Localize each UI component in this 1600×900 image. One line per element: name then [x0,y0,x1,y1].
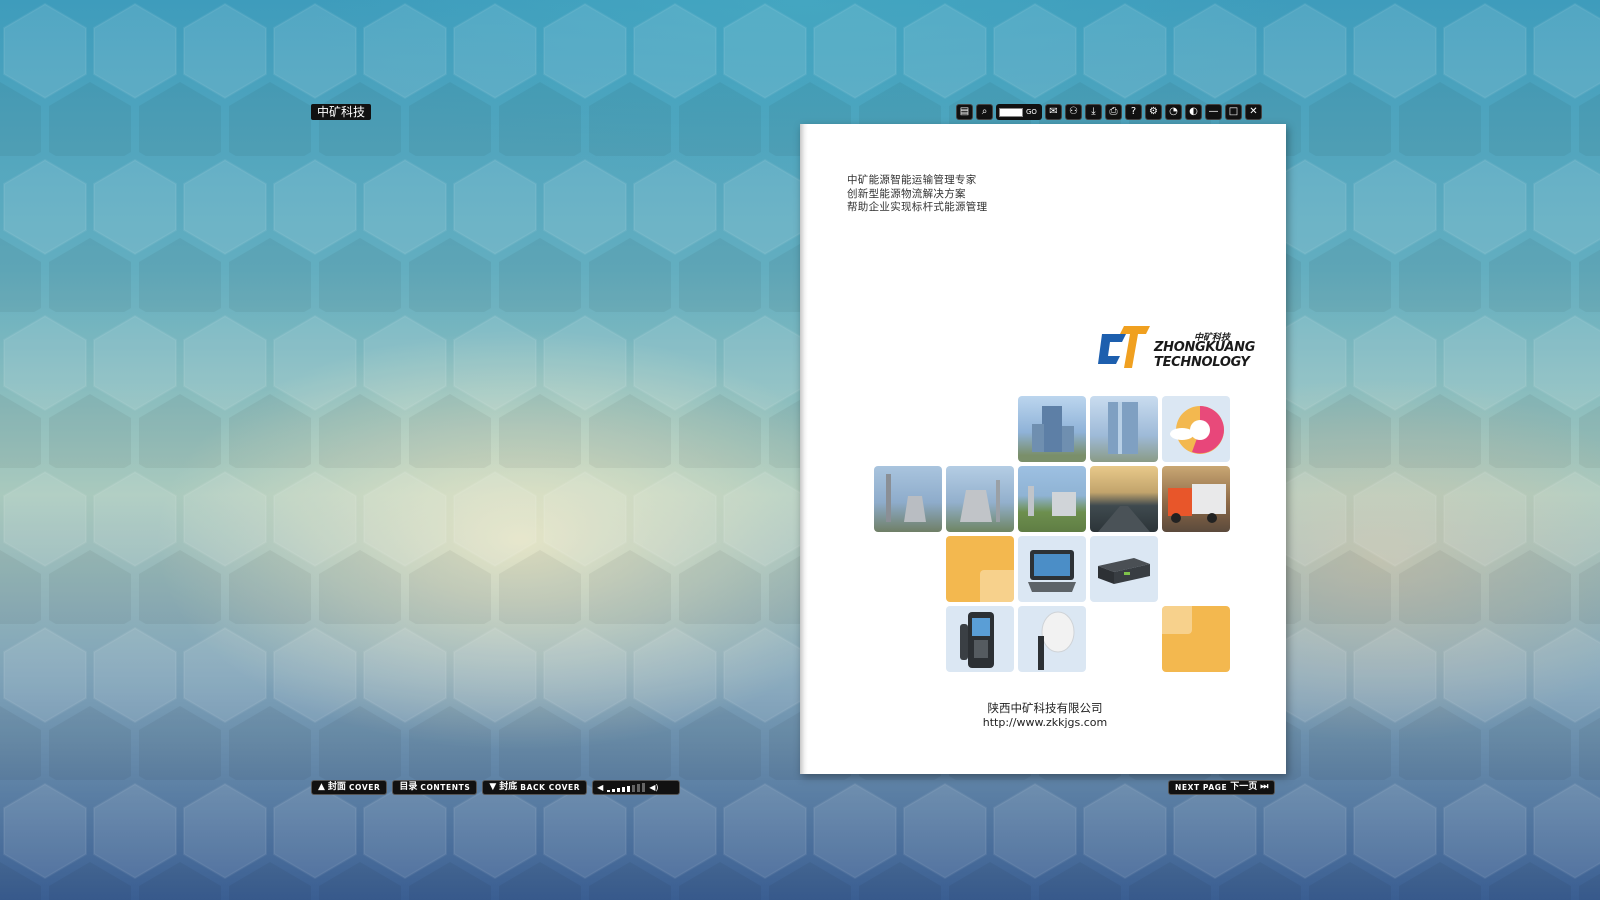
share-icon[interactable]: ⚇ [1065,104,1082,120]
photo-tile-cooling-tower [946,466,1014,532]
close-icon[interactable]: ✕ [1245,104,1262,120]
skip-forward-icon: ⏭ [1260,782,1269,792]
photo-tile-tablet-device [1018,536,1086,602]
contents-button-cn: 目录 [399,782,418,792]
viewer-toolbar: ▤ ⌕ GO ✉ ⚇ ⤓ ⎙ ? ⚙ ◔ ◐ — □ ✕ [956,104,1262,120]
thumbnails-icon[interactable]: ▤ [956,104,973,120]
brochure-cover-page[interactable]: 中矿能源智能运输管理专家 创新型能源物流解决方案 帮助企业实现标杆式能源管理 中… [800,124,1286,774]
help-icon[interactable]: ? [1125,104,1142,120]
volume-bar [637,784,641,792]
brand-tag: 中矿科技 [311,104,372,120]
photo-tile-terminal-box [1090,536,1158,602]
next-page-button[interactable]: NEXT PAGE 下一页 ⏭ [1168,780,1276,795]
next-page-button-en: NEXT PAGE [1175,783,1228,792]
company-url: http://www.zkkjgs.com [982,716,1108,729]
logo-mark-icon [1098,326,1150,368]
accent-tile-orange-2 [1162,606,1230,672]
photo-tile-rfid-antenna [1018,606,1086,672]
tagline-line-2: 创新型能源物流解决方案 [847,187,966,200]
logo-en-line1: ZHONGKUANG [1154,340,1256,355]
bottom-navigation: ▲ 封面 COVER 目录 CONTENTS ▼ 封底 BACK COVER ◀… [311,780,681,795]
cover-button-en: COVER [348,783,381,792]
volume-bar [622,787,626,792]
photo-tile-road-sunset [1090,466,1158,532]
accent-tile-orange-1 [946,536,1014,602]
volume-slider[interactable]: ◀ ◀) [592,780,681,795]
settings-icon[interactable]: ⚙ [1145,104,1162,120]
goto-button[interactable]: GO [1026,108,1037,116]
minimize-icon[interactable]: — [1205,104,1222,120]
arrow-down-icon: ▼ [489,782,497,792]
print-icon[interactable]: ⎙ [1105,104,1122,120]
company-logo: 中矿科技 ZHONGKUANG TECHNOLOGY [1096,320,1255,376]
goto-page-input[interactable] [999,107,1023,117]
speaker-loud-icon: ◀) [649,783,659,792]
autoplay-icon[interactable]: ◔ [1165,104,1182,120]
tagline-line-1: 中矿能源智能运输管理专家 [847,174,977,186]
volume-bar [627,786,631,792]
comment-icon[interactable]: ✉ [1045,104,1062,120]
photo-tile-handheld-scanner [946,606,1014,672]
page-spine [800,124,808,774]
tagline-line-3: 帮助企业实现标杆式能源管理 [847,201,988,213]
photo-tile-glass-tower [1090,396,1158,462]
arrow-up-icon: ▲ [318,782,325,792]
maximize-icon[interactable]: □ [1225,104,1242,120]
volume-bar [612,789,616,792]
color-icon[interactable]: ◐ [1185,104,1202,120]
photo-tile-office-building [1018,396,1086,462]
volume-bar [617,788,621,792]
goto-page-control[interactable]: GO [996,104,1042,120]
zoom-icon[interactable]: ⌕ [976,104,993,120]
photo-tile-power-plant [874,466,942,532]
cover-tagline: 中矿能源智能运输管理专家 创新型能源物流解决方案 帮助企业实现标杆式能源管理 [847,174,987,215]
contents-button-en: CONTENTS [420,783,471,792]
photo-tile-industrial-site [1018,466,1086,532]
logo-en-line2: TECHNOLOGY [1154,355,1250,370]
photo-tile-truck [1162,466,1230,532]
next-page-area: NEXT PAGE 下一页 ⏭ [1168,780,1276,795]
back-cover-button[interactable]: ▼ 封底 BACK COVER [482,780,588,795]
company-name: 陕西中矿科技有限公司 [987,701,1103,715]
back-cover-button-en: BACK COVER [520,783,581,792]
next-page-button-cn: 下一页 [1230,782,1258,792]
download-icon[interactable]: ⤓ [1085,104,1102,120]
speaker-mute-icon: ◀ [597,783,604,792]
volume-bar [632,785,636,792]
volume-bar [642,783,646,792]
contents-button[interactable]: 目录 CONTENTS [392,780,478,795]
back-cover-button-cn: 封底 [499,782,518,792]
photo-tile-pie-chart [1162,396,1230,462]
cover-button-cn: 封面 [327,782,346,792]
cover-button[interactable]: ▲ 封面 COVER [311,780,388,795]
volume-bar [607,790,611,792]
